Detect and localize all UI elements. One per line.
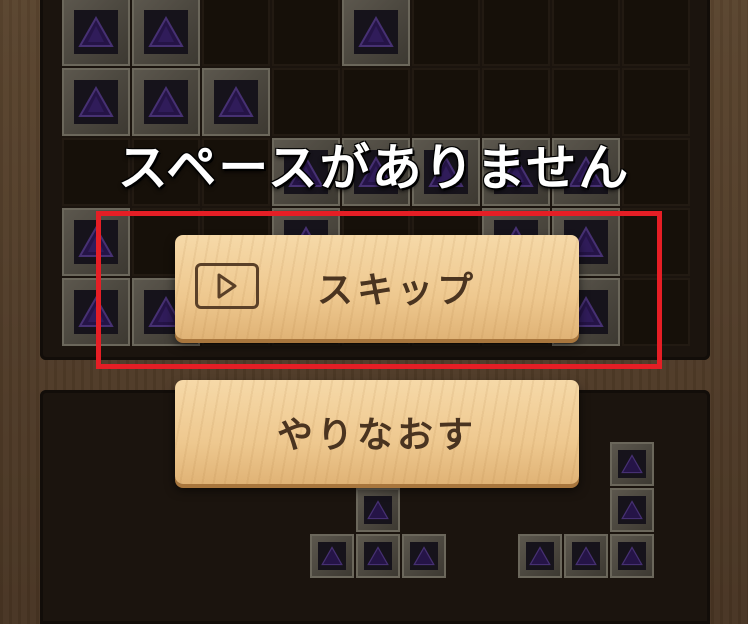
play-icon (195, 263, 259, 309)
no-space-message: スペースがありません (117, 138, 631, 197)
skip-button[interactable]: スキップ (175, 235, 579, 339)
play-triangle-icon (217, 273, 237, 299)
skip-button-label: スキップ (316, 269, 477, 311)
retry-button[interactable]: やりなおす (175, 380, 579, 484)
retry-button-label: やりなおす (276, 414, 477, 456)
